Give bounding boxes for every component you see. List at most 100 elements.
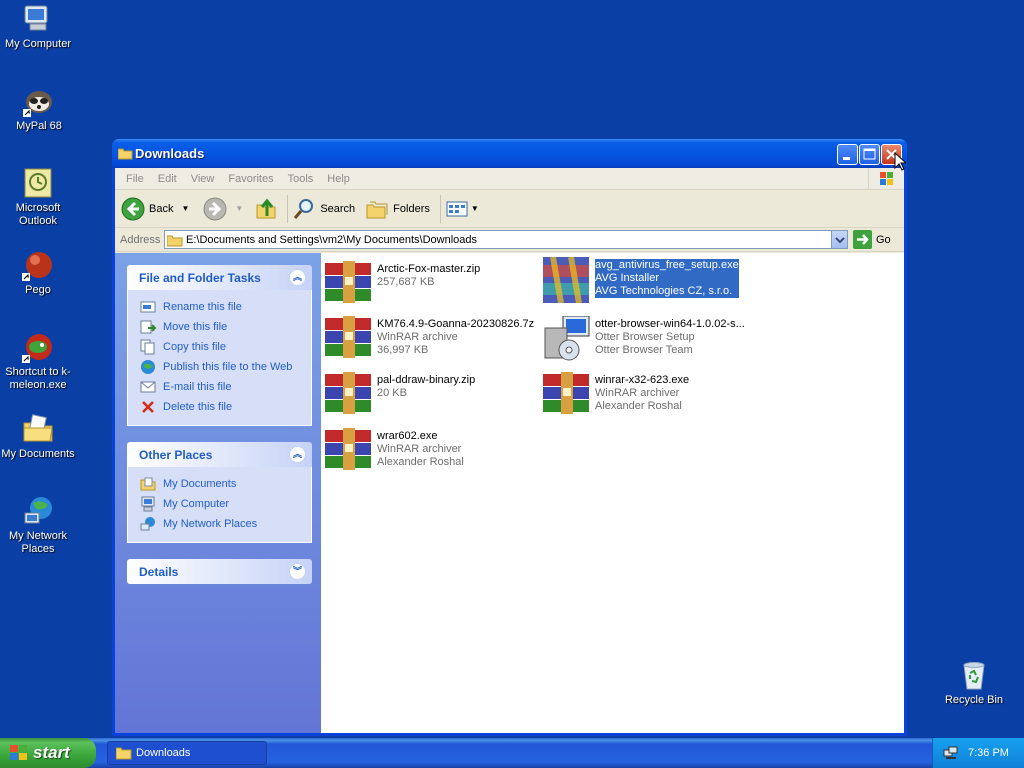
move-icon xyxy=(140,319,157,335)
search-label: Search xyxy=(320,202,356,215)
menu-edit[interactable]: Edit xyxy=(151,173,184,185)
file-item-avg-setup[interactable]: avg_antivirus_free_setup.exe AVG Install… xyxy=(543,256,761,307)
avg-installer-icon xyxy=(543,256,591,304)
up-folder-button[interactable] xyxy=(255,197,279,221)
maximize-icon xyxy=(863,148,876,160)
desktop-icon-label: My Computer xyxy=(4,38,72,50)
up-folder-icon xyxy=(256,198,276,218)
taskbar-item-label: Downloads xyxy=(136,747,191,759)
chevron-down-icon[interactable]: ▼ xyxy=(181,204,189,213)
folder-icon xyxy=(167,235,183,246)
move-file-link[interactable]: Move this file xyxy=(140,317,311,337)
file-item-winrar-x32[interactable]: winrar-x32-623.exe WinRAR archiver Alexa… xyxy=(543,372,761,422)
desktop-icon-my-computer[interactable]: My Computer xyxy=(0,3,78,51)
my-computer-icon xyxy=(22,3,54,35)
file-tasks-header[interactable]: File and Folder Tasks ︽ xyxy=(127,265,312,290)
views-icon xyxy=(446,201,468,216)
menu-favorites[interactable]: Favorites xyxy=(221,173,280,185)
menu-view[interactable]: View xyxy=(184,173,222,185)
folders-label: Folders xyxy=(393,202,430,215)
go-button[interactable]: Go xyxy=(853,230,891,249)
title-bar[interactable]: Downloads xyxy=(112,139,907,168)
other-places-my-computer[interactable]: My Computer xyxy=(140,494,311,514)
envelope-icon xyxy=(140,379,156,395)
network-places-icon xyxy=(22,495,54,527)
back-button[interactable]: Back ▼ xyxy=(121,197,189,221)
winrar-archive-icon xyxy=(325,428,373,474)
k-meleon-icon xyxy=(22,331,54,363)
maximize-button[interactable] xyxy=(859,144,880,165)
explorer-window[interactable]: Downloads File Edit View Favorites Tools… xyxy=(112,139,907,736)
other-places-title: Other Places xyxy=(139,447,213,462)
address-dropdown-button[interactable] xyxy=(831,231,847,248)
other-places-my-documents[interactable]: My Documents xyxy=(140,474,311,494)
task-pane: File and Folder Tasks ︽ Rename this file… xyxy=(115,253,321,733)
clock[interactable]: 7:36 PM xyxy=(968,747,1009,759)
menu-bar: File Edit View Favorites Tools Help xyxy=(115,168,904,190)
file-item-wrar602[interactable]: wrar602.exe WinRAR archiver Alexander Ro… xyxy=(325,428,543,478)
other-places-panel: Other Places ︽ My Documents My Computer … xyxy=(127,442,312,543)
file-list: Arctic-Fox-master.zip 257,687 KB avg_ant… xyxy=(321,253,904,733)
file-tasks-title: File and Folder Tasks xyxy=(139,270,261,285)
address-input[interactable]: E:\Documents and Settings\vm2\My Documen… xyxy=(164,230,848,249)
folders-button[interactable]: Folders xyxy=(365,197,430,221)
forward-arrow-icon xyxy=(203,197,227,220)
winrar-archive-icon xyxy=(325,372,373,418)
file-item-km76[interactable]: KM76.4.9-Goanna-20230826.7z WinRAR archi… xyxy=(325,316,543,366)
folders-icon xyxy=(366,201,388,218)
rename-icon xyxy=(140,299,156,315)
back-arrow-icon xyxy=(121,197,145,220)
menu-tools[interactable]: Tools xyxy=(281,173,321,185)
chevron-down-icon[interactable]: ▼ xyxy=(471,204,479,213)
mypal-icon xyxy=(23,85,55,117)
taskbar: start Downloads 7:36 PM xyxy=(0,738,1024,768)
file-item-pal-ddraw[interactable]: pal-ddraw-binary.zip 20 KB xyxy=(325,372,543,422)
outlook-icon xyxy=(22,167,54,199)
desktop-icon-label: Microsoft Outlook xyxy=(15,202,61,227)
desktop-icon-k-meleon[interactable]: Shortcut to k-meleon.exe xyxy=(0,331,78,392)
publish-file-link[interactable]: Publish this file to the Web xyxy=(140,357,311,377)
delete-file-link[interactable]: Delete this file xyxy=(140,397,311,417)
details-header[interactable]: Details ︾ xyxy=(127,559,312,584)
rename-file-link[interactable]: Rename this file xyxy=(140,297,311,317)
desktop-icon-label: Recycle Bin xyxy=(944,694,1004,706)
menu-file[interactable]: File xyxy=(119,173,151,185)
winrar-archive-icon xyxy=(325,316,373,362)
address-label: Address xyxy=(120,233,161,246)
copy-file-link[interactable]: Copy this file xyxy=(140,337,311,357)
taskbar-item-downloads[interactable]: Downloads xyxy=(107,741,267,765)
collapse-chevron-icon[interactable]: ︽ xyxy=(289,446,306,463)
forward-button[interactable]: ▼ xyxy=(203,197,243,221)
desktop-icon-label: MyPal 68 xyxy=(16,120,62,132)
file-item-arctic-fox[interactable]: Arctic-Fox-master.zip 257,687 KB xyxy=(325,261,543,311)
address-bar: Address E:\Documents and Settings\vm2\My… xyxy=(115,228,904,252)
search-button[interactable]: Search xyxy=(292,197,355,221)
email-file-link[interactable]: E-mail this file xyxy=(140,377,311,397)
start-button[interactable]: start xyxy=(0,738,96,768)
details-panel: Details ︾ xyxy=(127,559,312,584)
my-documents-icon xyxy=(22,413,54,445)
minimize-button[interactable] xyxy=(837,144,858,165)
address-path: E:\Documents and Settings\vm2\My Documen… xyxy=(186,233,478,246)
desktop-icon-network-places[interactable]: My Network Places xyxy=(0,495,78,556)
desktop-icon-recycle-bin[interactable]: Recycle Bin xyxy=(934,659,1014,707)
desktop-icon-outlook[interactable]: Microsoft Outlook xyxy=(0,167,78,228)
menu-help[interactable]: Help xyxy=(320,173,357,185)
my-documents-icon xyxy=(140,476,156,492)
go-label: Go xyxy=(876,233,891,246)
go-arrow-icon xyxy=(853,230,872,249)
pego-icon xyxy=(22,249,54,281)
views-button[interactable]: ▼ xyxy=(445,199,479,219)
desktop-icon-pego[interactable]: Pego xyxy=(0,249,78,297)
desktop-icon-mypal[interactable]: MyPal 68 xyxy=(0,85,79,133)
network-tray-icon[interactable] xyxy=(943,746,959,764)
other-places-header[interactable]: Other Places ︽ xyxy=(127,442,312,467)
details-title: Details xyxy=(139,564,179,579)
desktop-icon-my-documents[interactable]: My Documents xyxy=(0,413,78,461)
other-places-network[interactable]: My Network Places xyxy=(140,514,311,534)
expand-chevron-icon[interactable]: ︾ xyxy=(289,563,306,580)
file-item-otter-browser[interactable]: otter-browser-win64-1.0.02-s... Otter Br… xyxy=(543,315,761,366)
collapse-chevron-icon[interactable]: ︽ xyxy=(289,269,306,286)
window-title: Downloads xyxy=(135,146,205,161)
chevron-down-icon[interactable]: ▼ xyxy=(235,204,243,213)
